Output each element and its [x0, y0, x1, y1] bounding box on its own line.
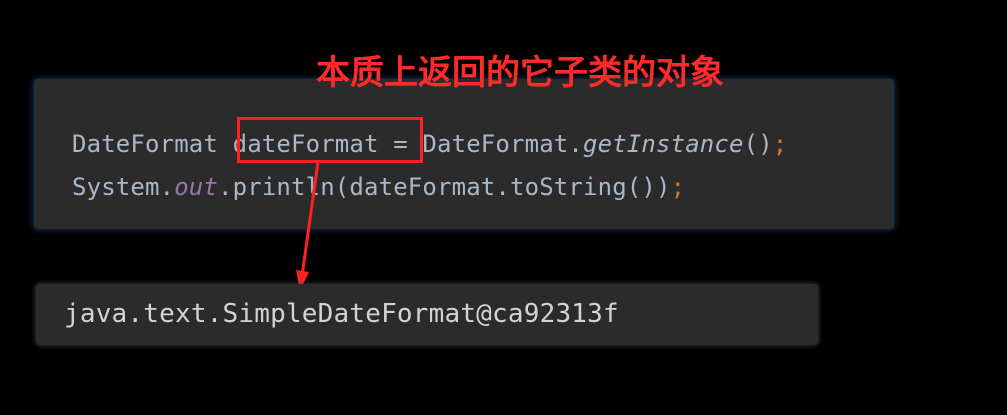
console-output-text: java.text.SimpleDateFormat@ca92313f	[64, 299, 619, 329]
arrow-icon	[296, 161, 320, 291]
console-output-panel: java.text.SimpleDateFormat@ca92313f	[36, 284, 818, 345]
